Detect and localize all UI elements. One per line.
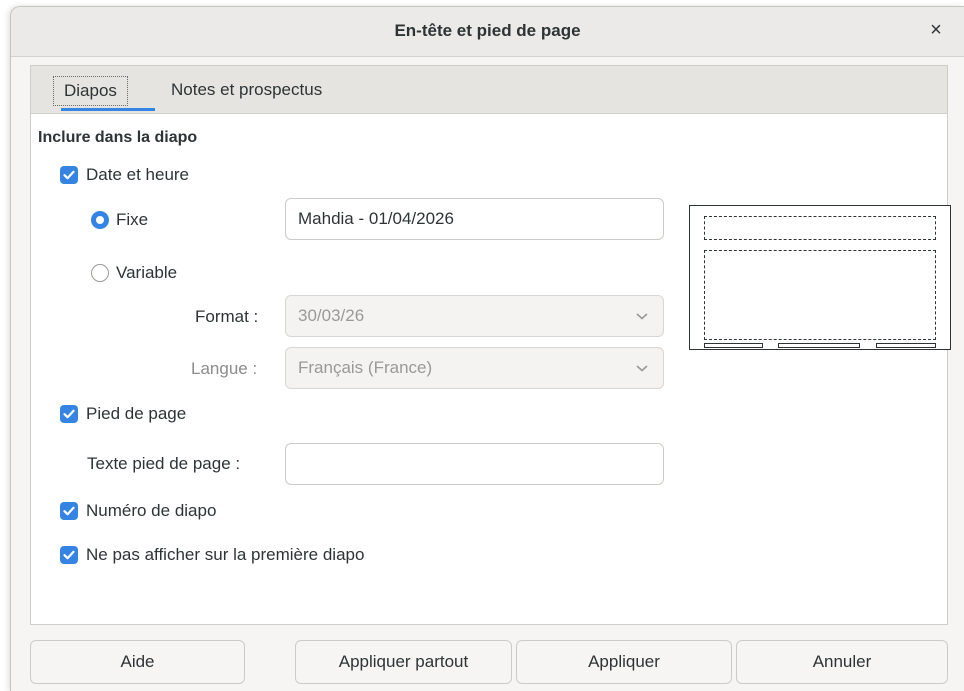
- variable-radio[interactable]: [91, 264, 109, 282]
- language-label: Langue :: [191, 359, 258, 378]
- hide-first-slide-checkbox[interactable]: [60, 546, 78, 564]
- slides-panel: Inclure dans la diapo Date et heure Fixe…: [30, 113, 951, 625]
- dialog-title: En-tête et pied de page: [394, 21, 581, 40]
- close-icon[interactable]: ×: [926, 20, 946, 40]
- check-icon: [63, 550, 75, 560]
- language-value: Français (France): [298, 358, 433, 377]
- cancel-button[interactable]: Annuler: [736, 640, 948, 684]
- header-footer-dialog: En-tête et pied de page × Diapos Notes e…: [10, 6, 964, 691]
- footer-text-label: Texte pied de page :: [87, 454, 241, 473]
- preview-content-area: [704, 250, 936, 340]
- check-icon: [63, 170, 75, 180]
- language-select[interactable]: Français (France): [285, 347, 664, 389]
- variable-label: Variable: [116, 263, 178, 282]
- format-label: Format :: [195, 307, 259, 326]
- slide-layout-preview: [689, 205, 951, 350]
- hide-first-slide-label: Ne pas afficher sur la première diapo: [86, 545, 365, 564]
- date-time-checkbox[interactable]: [60, 166, 78, 184]
- chevron-down-icon: [636, 313, 648, 320]
- preview-title-area: [704, 216, 936, 240]
- preview-date-area: [704, 343, 763, 348]
- footer-checkbox[interactable]: [60, 405, 78, 423]
- footer-label: Pied de page: [86, 404, 187, 423]
- slide-number-label: Numéro de diapo: [86, 501, 217, 520]
- apply-all-button[interactable]: Appliquer partout: [295, 640, 512, 684]
- fixed-label: Fixe: [116, 210, 149, 229]
- title-bar: En-tête et pied de page ×: [11, 7, 964, 57]
- check-icon: [63, 506, 75, 516]
- preview-footer-area: [778, 343, 860, 348]
- format-select[interactable]: 30/03/26: [285, 295, 664, 337]
- fixed-date-input[interactable]: Mahdia - 01/04/2026: [285, 198, 664, 240]
- help-button[interactable]: Aide: [30, 640, 245, 684]
- apply-button[interactable]: Appliquer: [516, 640, 732, 684]
- section-title: Inclure dans la diapo: [38, 129, 198, 146]
- active-tab-indicator: [61, 108, 155, 111]
- format-value: 30/03/26: [298, 306, 365, 325]
- check-icon: [63, 409, 75, 419]
- tab-slides[interactable]: Diapos: [53, 76, 128, 106]
- fixed-radio[interactable]: [91, 211, 109, 229]
- date-time-label: Date et heure: [86, 165, 190, 184]
- tab-notes-handouts[interactable]: Notes et prospectus: [161, 76, 332, 106]
- tab-bar: Diapos Notes et prospectus: [30, 65, 948, 113]
- footer-text-input[interactable]: [285, 443, 664, 485]
- chevron-down-icon: [636, 365, 648, 372]
- preview-number-area: [876, 343, 936, 348]
- slide-number-checkbox[interactable]: [60, 502, 78, 520]
